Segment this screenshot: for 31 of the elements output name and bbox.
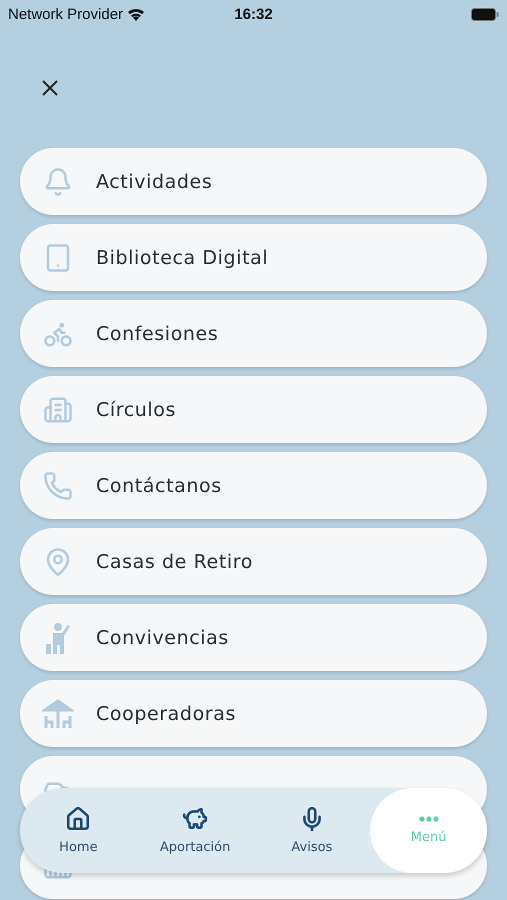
menu-item-label: Convivencias	[96, 626, 229, 648]
menu-item-label: Confesiones	[96, 322, 218, 344]
bell-icon	[43, 166, 73, 196]
menu-item[interactable]: Actividades	[20, 148, 487, 215]
menu-item[interactable]: Biblioteca Digital	[20, 224, 487, 291]
menu-item-label: Cooperadoras	[96, 702, 236, 724]
menu-item[interactable]: Convivencias	[20, 604, 487, 671]
tab[interactable]: Avisos	[254, 788, 370, 873]
menu-item-label: Contáctanos	[96, 474, 222, 496]
menu-item-label: Círculos	[96, 398, 176, 420]
tab[interactable]: Aportación	[136, 788, 254, 873]
menu-item-label: Actividades	[96, 170, 212, 192]
carrier-name: Network Provider	[8, 6, 124, 22]
home-icon	[65, 806, 92, 832]
person-icon	[45, 622, 71, 654]
battery-icon	[471, 8, 500, 20]
menu-item[interactable]: Círculos	[20, 376, 487, 443]
menu-item-label: Biblioteca Digital	[96, 246, 268, 268]
menu-item[interactable]: Contáctanos	[20, 452, 487, 519]
tab[interactable]: Home	[20, 788, 137, 873]
clock-time: 16:32	[233, 6, 274, 22]
menu-item[interactable]: Cooperadoras	[20, 680, 487, 747]
more-icon	[418, 816, 439, 822]
phone-icon	[43, 470, 73, 500]
menu-item[interactable]: Casas de Retiro	[20, 528, 487, 595]
close-icon	[41, 79, 59, 97]
pavilion-icon	[42, 698, 74, 730]
piggy-bank-icon	[182, 806, 208, 832]
wifi-icon	[127, 7, 146, 21]
menu-item-label: Casas de Retiro	[96, 550, 253, 572]
menu-item[interactable]: Confesiones	[20, 300, 487, 367]
